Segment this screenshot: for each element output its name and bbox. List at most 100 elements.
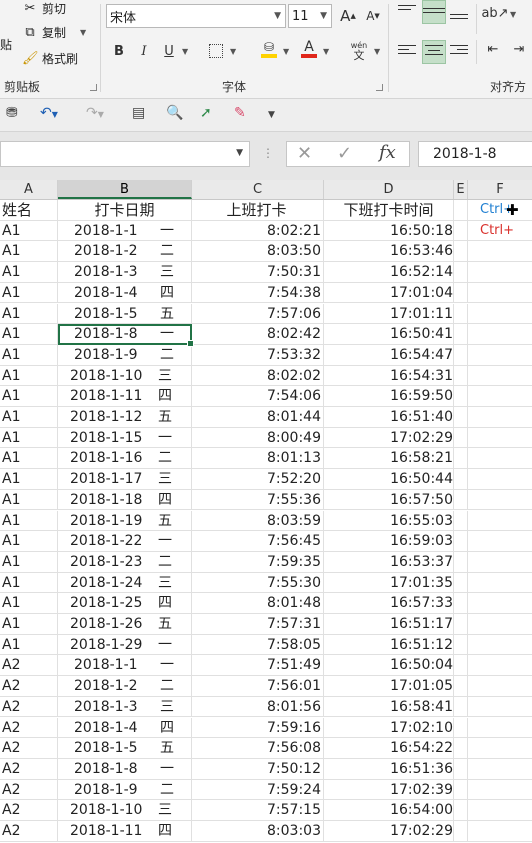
name-cell[interactable]: A1 [0, 282, 58, 303]
cell-f[interactable] [468, 407, 532, 427]
clock-out-cell[interactable]: 16:54:47 [324, 344, 454, 365]
cell-f[interactable] [468, 780, 532, 800]
clock-out-cell[interactable]: 16:58:41 [324, 696, 454, 717]
cell-f[interactable] [468, 738, 532, 758]
insert-function-icon[interactable]: fx [379, 142, 396, 163]
chevron-down-icon[interactable]: ▼ [274, 11, 281, 21]
cell-f[interactable] [468, 221, 532, 241]
cell-f[interactable] [468, 469, 532, 489]
eraser-icon[interactable]: ✎ [234, 105, 246, 121]
clock-in-cell[interactable]: 8:03:59 [192, 510, 324, 531]
redo-button[interactable]: ↷▼ [86, 105, 104, 121]
cell-f[interactable] [468, 531, 532, 551]
undo-button[interactable]: ↶▼ [40, 105, 58, 121]
chevron-down-icon[interactable]: ▼ [374, 47, 380, 56]
cell-f[interactable] [468, 448, 532, 468]
date-cell[interactable]: 2018-1-11 四 [58, 821, 192, 841]
align-right-button[interactable] [450, 42, 468, 60]
clock-out-cell[interactable]: 16:50:44 [324, 469, 454, 489]
clock-in-cell[interactable]: 7:55:30 [192, 572, 324, 593]
date-cell[interactable]: 2018-1-9 二 [58, 779, 192, 800]
date-cell[interactable]: 2018-1-23 二 [58, 551, 192, 572]
cell-e[interactable] [454, 634, 468, 655]
clock-out-cell[interactable]: 17:01:35 [324, 572, 454, 593]
cell-e[interactable] [454, 531, 468, 551]
phonetic-guide-button[interactable]: wén 文 [346, 38, 372, 64]
cell-e[interactable] [454, 510, 468, 531]
clock-out-cell[interactable]: 16:59:03 [324, 531, 454, 551]
clock-in-cell[interactable]: 7:54:06 [192, 386, 324, 406]
cell-f[interactable] [468, 241, 532, 261]
clock-out-cell[interactable]: 16:51:12 [324, 634, 454, 655]
customize-qat-icon[interactable]: ▼ [268, 110, 275, 120]
italic-button[interactable]: I [133, 40, 155, 62]
cell-e[interactable] [454, 655, 468, 676]
cell-f[interactable] [468, 324, 532, 344]
cell-e[interactable] [454, 717, 468, 738]
clock-out-cell[interactable]: 16:52:14 [324, 262, 454, 282]
clock-in-cell[interactable]: 8:00:49 [192, 427, 324, 448]
clock-in-cell[interactable]: 8:02:21 [192, 220, 324, 241]
cell-f[interactable] [468, 573, 532, 593]
cell-f[interactable] [468, 676, 532, 696]
clock-out-cell[interactable]: 16:54:22 [324, 738, 454, 758]
orientation-button[interactable]: ab↗ [481, 2, 508, 24]
bold-button[interactable]: B [108, 40, 130, 62]
clock-in-cell[interactable]: 7:54:38 [192, 282, 324, 303]
cell-f[interactable] [468, 635, 532, 655]
clock-out-cell[interactable]: 16:50:41 [324, 324, 454, 344]
cell-e[interactable] [454, 241, 468, 262]
chevron-down-icon[interactable]: ▼ [320, 11, 327, 21]
cell-e[interactable] [454, 469, 468, 489]
clock-in-cell[interactable]: 7:53:32 [192, 344, 324, 365]
name-cell[interactable]: A1 [0, 614, 58, 634]
clock-out-cell[interactable]: 16:54:00 [324, 800, 454, 820]
middle-align-button[interactable] [422, 0, 446, 24]
cell-e[interactable] [454, 593, 468, 613]
name-cell[interactable]: A1 [0, 407, 58, 427]
name-cell[interactable]: A1 [0, 262, 58, 282]
date-cell[interactable]: 2018-1-2 二 [58, 676, 192, 696]
cell-e[interactable] [454, 303, 468, 324]
paste-button-fragment[interactable]: 贴 [0, 36, 12, 53]
fill-color-button[interactable]: ⛁ [258, 38, 280, 60]
clock-in-cell[interactable]: 7:50:12 [192, 758, 324, 779]
form-icon[interactable]: ▤ [132, 105, 145, 121]
cell-e[interactable] [454, 365, 468, 386]
cell-e[interactable] [454, 262, 468, 282]
clock-in-cell[interactable]: 7:57:06 [192, 303, 324, 324]
name-cell[interactable]: A1 [0, 220, 58, 241]
clock-out-cell[interactable]: 17:01:05 [324, 676, 454, 696]
date-cell[interactable]: 2018-1-10 三 [58, 800, 192, 820]
name-cell[interactable]: A1 [0, 510, 58, 531]
clock-in-cell[interactable]: 8:01:56 [192, 696, 324, 717]
name-cell[interactable]: A1 [0, 572, 58, 593]
increase-indent-button[interactable]: ⇥ [508, 38, 530, 60]
name-cell[interactable]: A1 [0, 551, 58, 572]
date-cell[interactable]: 2018-1-25 四 [58, 593, 192, 613]
dialog-launcher-icon[interactable] [90, 84, 97, 91]
name-cell[interactable]: A2 [0, 738, 58, 758]
name-cell[interactable]: A1 [0, 634, 58, 655]
cell-e[interactable] [454, 324, 468, 344]
date-cell[interactable]: 2018-1-16 二 [58, 448, 192, 469]
cell-f[interactable] [468, 345, 532, 365]
borders-button[interactable] [205, 40, 227, 62]
cell-e[interactable] [454, 489, 468, 510]
name-cell[interactable]: A1 [0, 593, 58, 613]
name-cell[interactable]: A1 [0, 386, 58, 406]
date-cell[interactable]: 2018-1-4 四 [58, 282, 192, 303]
cell-e[interactable] [454, 344, 468, 365]
name-box[interactable]: ▼ [0, 141, 250, 167]
clock-out-cell[interactable]: 16:50:04 [324, 655, 454, 676]
grip-dots-icon[interactable]: ⋮ [262, 146, 274, 160]
clock-out-cell[interactable]: 16:55:03 [324, 510, 454, 531]
cell-e[interactable] [454, 572, 468, 593]
clock-out-cell[interactable]: 16:51:17 [324, 614, 454, 634]
cell-e[interactable] [454, 696, 468, 717]
name-cell[interactable]: A2 [0, 821, 58, 841]
date-cell[interactable]: 2018-1-1 一 [58, 655, 192, 676]
clock-out-cell[interactable]: 16:59:50 [324, 386, 454, 406]
align-left-button[interactable] [398, 42, 416, 60]
date-cell[interactable]: 2018-1-11 四 [58, 386, 192, 406]
